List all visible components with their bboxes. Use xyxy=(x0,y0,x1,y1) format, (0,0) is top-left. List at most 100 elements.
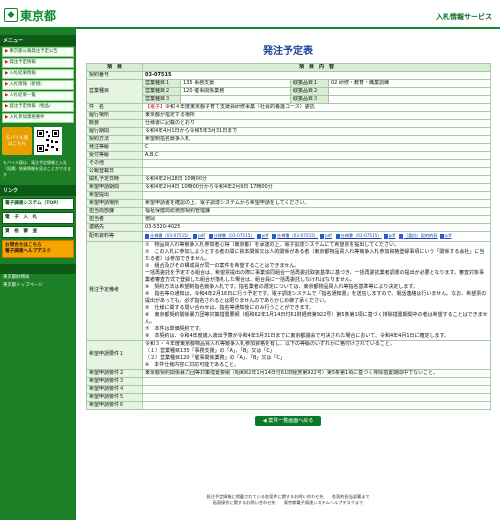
pdf-icon xyxy=(256,233,261,239)
row-label: 受付等級 xyxy=(86,151,143,160)
order-rank: C xyxy=(141,143,492,152)
link-finance-bureau[interactable]: 東京都財務局 xyxy=(0,274,76,282)
header: ◆ 東京都 入札情報サービス xyxy=(0,0,500,30)
sub-label: 取扱品目３ xyxy=(290,95,329,104)
row-label: 概要 xyxy=(86,119,143,128)
sidebar-item-order-plan[interactable]: ▶発注予定情報 xyxy=(2,58,74,68)
pdf-link[interactable]: pdf xyxy=(439,233,451,240)
row-label: 営業種目 xyxy=(86,79,143,104)
pdf-link[interactable]: pdf xyxy=(193,233,205,240)
table-row: 希望申請要件３ xyxy=(86,376,492,386)
banner-qualification[interactable]: 資 格 審 査 xyxy=(2,226,74,238)
file-icon xyxy=(399,233,403,239)
remarks: ① 物品買入れ等競争入札参加者心得（東京都）を承諾の上、電子調達システムにて希望… xyxy=(141,240,492,341)
business-type-3 xyxy=(180,95,291,104)
table-row: 営業種目２ 120 催事関係業務 取扱品目２ xyxy=(87,87,492,96)
tokyo-logo[interactable]: ◆ 東京都 xyxy=(4,8,68,23)
row-label: 開札予定日時 xyxy=(86,175,143,184)
sub-label: 営業種目２ xyxy=(142,87,181,96)
table-row: 希望申請要件４ xyxy=(86,384,492,394)
table-row: 希望申請要件２ 東京都契約関係暴力団等対策措置要綱（昭和62年1月14日付61財経… xyxy=(86,368,492,378)
sub-label: 営業種目１ xyxy=(142,79,181,88)
table-row: 連絡先 03-5320-4025 xyxy=(86,223,492,232)
attachment-link[interactable]: （委託）契約約款 xyxy=(399,233,438,240)
order-detail-table: 項 目 項 目 内 容 契約番号 03-07515 営業種目 営業種目１ 135… xyxy=(86,63,492,410)
row-label: 発注予定備考 xyxy=(86,240,143,341)
banner-e-procurement-top[interactable]: 電子調達システム（TOP） xyxy=(2,198,74,210)
table-row: 受付等級 A,B,C xyxy=(86,151,492,160)
row-label: 希望申請要件２ xyxy=(86,368,143,378)
table-row: 希望申請場所 希望申請書を確認の上、電子調達システムから希望申請をしてください。 xyxy=(86,199,492,208)
requirement-line: （１）営業種目135「事務支援」の「A」、「B」又は「C」 xyxy=(145,347,275,354)
remark-line: ⑥ 東京都契約関係暴力団等対策措置要綱（昭和62年1月14日付61財経庶第922… xyxy=(145,311,488,325)
row-label: 件 名 xyxy=(86,103,143,112)
tokyo-emblem-icon: ◆ xyxy=(4,8,18,22)
sidebar-item-result-list[interactable]: ▶入札結果一覧 xyxy=(2,91,74,101)
category-3 xyxy=(327,95,492,104)
sidebar-item-bid-results[interactable]: ▶入札結果情報 xyxy=(2,69,74,79)
row-label: 希望申請要件５ xyxy=(86,392,143,402)
footer: 発注予定情報に掲載されている各案件に関するお問い合わせ先 各契約担当部署まで 画… xyxy=(86,494,490,506)
row-label: 担当局部課 xyxy=(86,207,143,216)
pdf-link[interactable]: pdf xyxy=(383,233,395,240)
requirement-line: 令和３・４年度東京都物品買入れ等競争入札参加資格を有し、以下の等級のいずれかに格… xyxy=(145,340,395,347)
sidebar-item-bid-new[interactable]: ▶入札情報（新規） xyxy=(2,80,74,90)
mobile-promo[interactable]: モバイル版 はこちら xyxy=(2,127,74,155)
attachment-link[interactable]: 仕様書（03-07515） xyxy=(208,233,255,240)
arrow-icon: ▶ xyxy=(5,60,9,65)
header-content: 項 目 内 容 xyxy=(141,63,492,72)
table-row: 希望申請要件６ xyxy=(86,400,492,410)
apply-period: 令和4年2月4日 10時00分から令和4年2月9日 17時00分 xyxy=(141,183,492,192)
requirement-6 xyxy=(141,400,492,410)
link-tokyo-top[interactable]: 東京都トップページ xyxy=(0,282,76,290)
attachments: 仕様書（03-07515） pdf 仕様書（03-07515） pdf 仕様書（03… xyxy=(141,231,492,242)
main-content: 発注予定表 項 目 項 目 内 容 契約番号 03-07515 営業種目 営業種… xyxy=(86,36,492,426)
table-row: 営業種目３ 取扱品目３ xyxy=(87,95,492,104)
attachment-link[interactable]: 仕様書（03-07515） xyxy=(335,233,382,240)
table-row: 件 名 【電子】令和４年度東京都子育て支援員研修事業（社会的養護コース）委託 xyxy=(86,103,492,112)
sidebar: メニュー ▶東京都公報発注予定公告 ▶発注予定情報 ▶入札結果情報 ▶入札情報（… xyxy=(0,29,76,520)
apply-method: 希望申請書を確認の上、電子調達システムから希望申請をしてください。 xyxy=(141,199,492,208)
business-type-2: 120 催事関係業務 xyxy=(180,87,291,96)
remark-line: ③ 組合及びその構成員が同一の案件を希望することはできません。 xyxy=(145,262,300,269)
category-1: 02 研修・教育・職業訓練 xyxy=(327,79,492,88)
qr-code-icon xyxy=(34,127,62,155)
contract-method: 希望制指名競争入札 xyxy=(141,135,492,144)
opening-date: 令和4年2月28日 10時00分 xyxy=(141,175,492,184)
remark-line: ※ 契約方法は希望制指名競争入札です。指名業者の選定については、東京都物品買入れ… xyxy=(145,283,418,290)
pdf-link[interactable]: pdf xyxy=(320,233,332,240)
sidebar-item-qualification[interactable]: ▶入札参加資格要件 xyxy=(2,113,74,123)
contract-number: 03-07515 xyxy=(141,71,492,80)
requirement-4 xyxy=(141,384,492,394)
table-row: 希望申請要件５ xyxy=(86,392,492,402)
sidebar-link-heading: リンク xyxy=(0,185,76,196)
header-item: 項 目 xyxy=(86,63,143,72)
electronic-tag: 【電子】 xyxy=(145,104,166,111)
row-label: その他 xyxy=(86,159,143,168)
table-row: 発注等級 C xyxy=(86,143,492,152)
row-label: 希望申請期間 xyxy=(86,183,143,192)
back-to-list-button[interactable]: ◀ 案件一覧画面へ戻る xyxy=(255,415,321,426)
remark-line: ⑦ 本件は単価契約です。 xyxy=(145,325,204,332)
table-row: 開札予定日時 令和4年2月28日 10時00分 xyxy=(86,175,492,184)
arrow-icon: ▶ xyxy=(5,115,9,120)
logo-text: 東京都 xyxy=(20,8,57,23)
business-type-1: 135 事務支援 xyxy=(180,79,291,88)
attachment-link[interactable]: 仕様書（03-07515） xyxy=(272,233,318,240)
row-label: 配布資料等 xyxy=(86,231,143,242)
pdf-link[interactable]: pdf xyxy=(256,233,268,240)
sidebar-item-gazette[interactable]: ▶東京都公報発注予定公告 xyxy=(2,47,74,57)
announce-date xyxy=(141,167,492,176)
table-row: 発注予定備考 ① 物品買入れ等競争入札参加者心得（東京都）を承諾の上、電子調達シ… xyxy=(86,240,492,341)
sidebar-menu-heading: メニュー xyxy=(0,35,76,46)
sidebar-item-goods-plan[interactable]: ▶発注予定情報（物品） xyxy=(2,102,74,112)
table-row: 希望提出 xyxy=(86,191,492,200)
attachment-link[interactable]: 仕様書（03-07515） xyxy=(145,233,191,240)
table-row: 契約方法 希望制指名競争入札 xyxy=(86,135,492,144)
banner-help-desk[interactable]: お問合せはこちら 電子調達ヘルプデスク xyxy=(2,240,74,258)
remark-line: ① 物品買入れ等競争入札参加者心得（東京都）を承諾の上、電子調達システムにて希望… xyxy=(145,241,400,248)
arrow-icon: ▶ xyxy=(5,93,9,98)
contact: 03-5320-4025 xyxy=(141,223,492,232)
banner-e-bidding[interactable]: 電 子 入 札 xyxy=(2,212,74,224)
row-label: 希望申請要件６ xyxy=(86,400,143,410)
